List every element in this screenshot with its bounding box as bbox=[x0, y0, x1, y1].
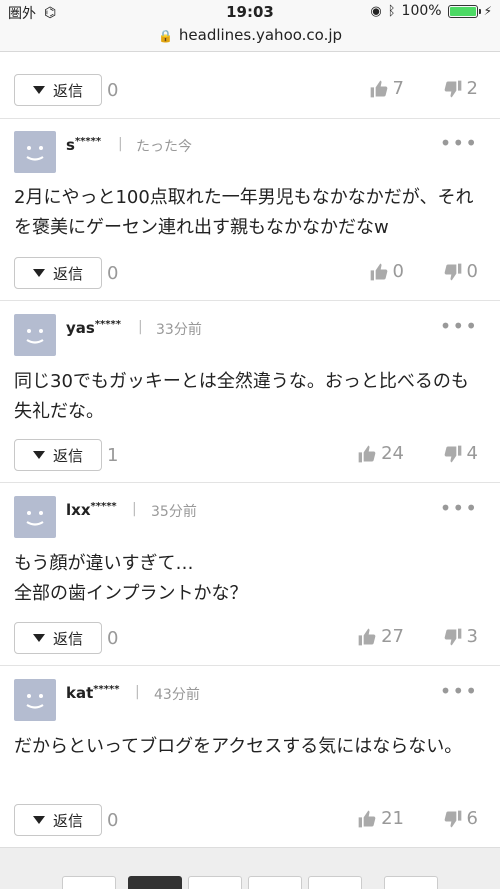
caret-down-icon bbox=[32, 86, 45, 94]
reply-count: 0 bbox=[107, 628, 119, 649]
status-bar: 圏外 ⌬ 19:03 ◉ ᛒ 100% ⚡ bbox=[0, 0, 500, 22]
comment-item: s***** | たった今 ••• 2月にやっと100点取れた一年男児もなかなか… bbox=[0, 118, 500, 300]
reply-count: 0 bbox=[107, 80, 119, 101]
like-button[interactable]: 21 bbox=[357, 808, 404, 829]
smiley-icon bbox=[26, 329, 44, 344]
comment-time: 33分前 bbox=[156, 322, 202, 338]
comment-text: もう顔が違いすぎて… 全部の歯インプラントかな？ bbox=[14, 549, 486, 609]
caret-down-icon bbox=[32, 816, 45, 824]
battery-icon bbox=[447, 4, 481, 18]
comment-username[interactable]: lxx***** bbox=[66, 501, 117, 519]
comment-username[interactable]: kat***** bbox=[66, 684, 119, 702]
comment-actions: 返信 0 0 0 bbox=[0, 253, 500, 293]
comment-item: kat***** | 43分前 ••• だからといってブログをアクセスする気には… bbox=[0, 665, 500, 847]
comment-time: たった今 bbox=[136, 139, 192, 155]
reply-button[interactable]: 返信 bbox=[14, 804, 102, 836]
avatar bbox=[14, 131, 56, 173]
separator: | bbox=[132, 501, 137, 517]
comment-text: だからといってブログをアクセスする気にはならない。 bbox=[14, 736, 463, 757]
battery-percent: 100% bbox=[401, 3, 442, 19]
comment-item: yas***** | 33分前 ••• 同じ30でもガッキーとは全然違うな。おっ… bbox=[0, 300, 500, 482]
more-options-icon[interactable]: ••• bbox=[440, 314, 478, 338]
dislike-button[interactable]: 6 bbox=[443, 808, 478, 829]
reply-count: 0 bbox=[107, 810, 119, 831]
dislike-button[interactable]: 2 bbox=[443, 78, 478, 99]
separator: | bbox=[118, 136, 123, 152]
charging-icon: ⚡ bbox=[483, 4, 492, 18]
avatar bbox=[14, 679, 56, 721]
like-button[interactable]: 7 bbox=[369, 78, 404, 99]
thumbs-down-icon bbox=[444, 445, 461, 462]
more-options-icon[interactable]: ••• bbox=[440, 496, 478, 520]
avatar bbox=[14, 314, 56, 356]
comment-text-line: もう顔が違いすぎて… bbox=[14, 553, 194, 574]
page-button[interactable] bbox=[248, 876, 302, 889]
address-bar[interactable]: 🔒 headlines.yahoo.co.jp bbox=[0, 22, 500, 52]
reply-button[interactable]: 返信 bbox=[14, 74, 102, 106]
dislike-button[interactable]: 0 bbox=[443, 261, 478, 282]
reply-button[interactable]: 返信 bbox=[14, 257, 102, 289]
comment-actions: 返信 0 27 3 bbox=[0, 618, 500, 658]
comment-time: 43分前 bbox=[154, 687, 200, 703]
like-button[interactable]: 0 bbox=[369, 261, 404, 282]
separator: | bbox=[135, 684, 140, 700]
reply-button[interactable]: 返信 bbox=[14, 439, 102, 471]
smiley-icon bbox=[26, 511, 44, 526]
pagination bbox=[0, 847, 500, 889]
thumbs-down-icon bbox=[444, 80, 461, 97]
avatar bbox=[14, 496, 56, 538]
rotation-lock-icon: ◉ bbox=[370, 3, 382, 19]
page-button[interactable] bbox=[308, 876, 362, 889]
comment-text-line: 全部の歯インプラントかな？ bbox=[14, 583, 248, 604]
reply-button[interactable]: 返信 bbox=[14, 622, 102, 654]
smiley-icon bbox=[26, 694, 44, 709]
like-button[interactable]: 24 bbox=[357, 443, 404, 464]
thumbs-down-icon bbox=[444, 263, 461, 280]
like-button[interactable]: 27 bbox=[357, 626, 404, 647]
bluetooth-icon: ᛒ bbox=[387, 3, 396, 19]
comment-actions: 返信 1 24 4 bbox=[0, 435, 500, 475]
comment-time: 35分前 bbox=[151, 504, 197, 520]
thumbs-up-icon bbox=[358, 445, 376, 462]
caret-down-icon bbox=[32, 269, 45, 277]
comment-actions: 返信 0 7 2 bbox=[0, 70, 500, 110]
comment-text: 2月にやっと100点取れた一年男児もなかなかだが、それを褒美にゲーセン連れ出す親… bbox=[14, 187, 474, 238]
smiley-icon bbox=[26, 146, 44, 161]
page-button[interactable] bbox=[62, 876, 116, 889]
more-options-icon[interactable]: ••• bbox=[440, 131, 478, 155]
caret-down-icon bbox=[32, 634, 45, 642]
comment-username[interactable]: s***** bbox=[66, 136, 101, 154]
reply-count: 1 bbox=[107, 445, 119, 466]
thumbs-up-icon bbox=[370, 80, 387, 97]
caret-down-icon bbox=[32, 451, 45, 459]
thumbs-down-icon bbox=[444, 628, 461, 645]
thumbs-down-icon bbox=[444, 810, 461, 827]
comment-item: lxx***** | 35分前 ••• もう顔が違いすぎて… 全部の歯インプラン… bbox=[0, 482, 500, 665]
url-host: headlines.yahoo.co.jp bbox=[178, 26, 343, 44]
dislike-button[interactable]: 3 bbox=[443, 626, 478, 647]
reply-count: 0 bbox=[107, 263, 119, 284]
thumbs-up-icon bbox=[358, 628, 376, 645]
page-button[interactable] bbox=[384, 876, 438, 889]
lock-icon: 🔒 bbox=[157, 29, 173, 43]
thumbs-up-icon bbox=[358, 810, 376, 827]
page-button[interactable] bbox=[188, 876, 242, 889]
dislike-button[interactable]: 4 bbox=[443, 443, 478, 464]
thumbs-up-icon bbox=[370, 263, 387, 280]
comment-actions: 返信 0 21 6 bbox=[0, 800, 500, 840]
comment-text: 同じ30でもガッキーとは全然違うな。おっと比べるのも失礼だな。 bbox=[14, 371, 469, 422]
comment-username[interactable]: yas***** bbox=[66, 319, 121, 337]
page-button-current[interactable] bbox=[128, 876, 182, 889]
more-options-icon[interactable]: ••• bbox=[440, 679, 478, 703]
separator: | bbox=[138, 319, 143, 335]
